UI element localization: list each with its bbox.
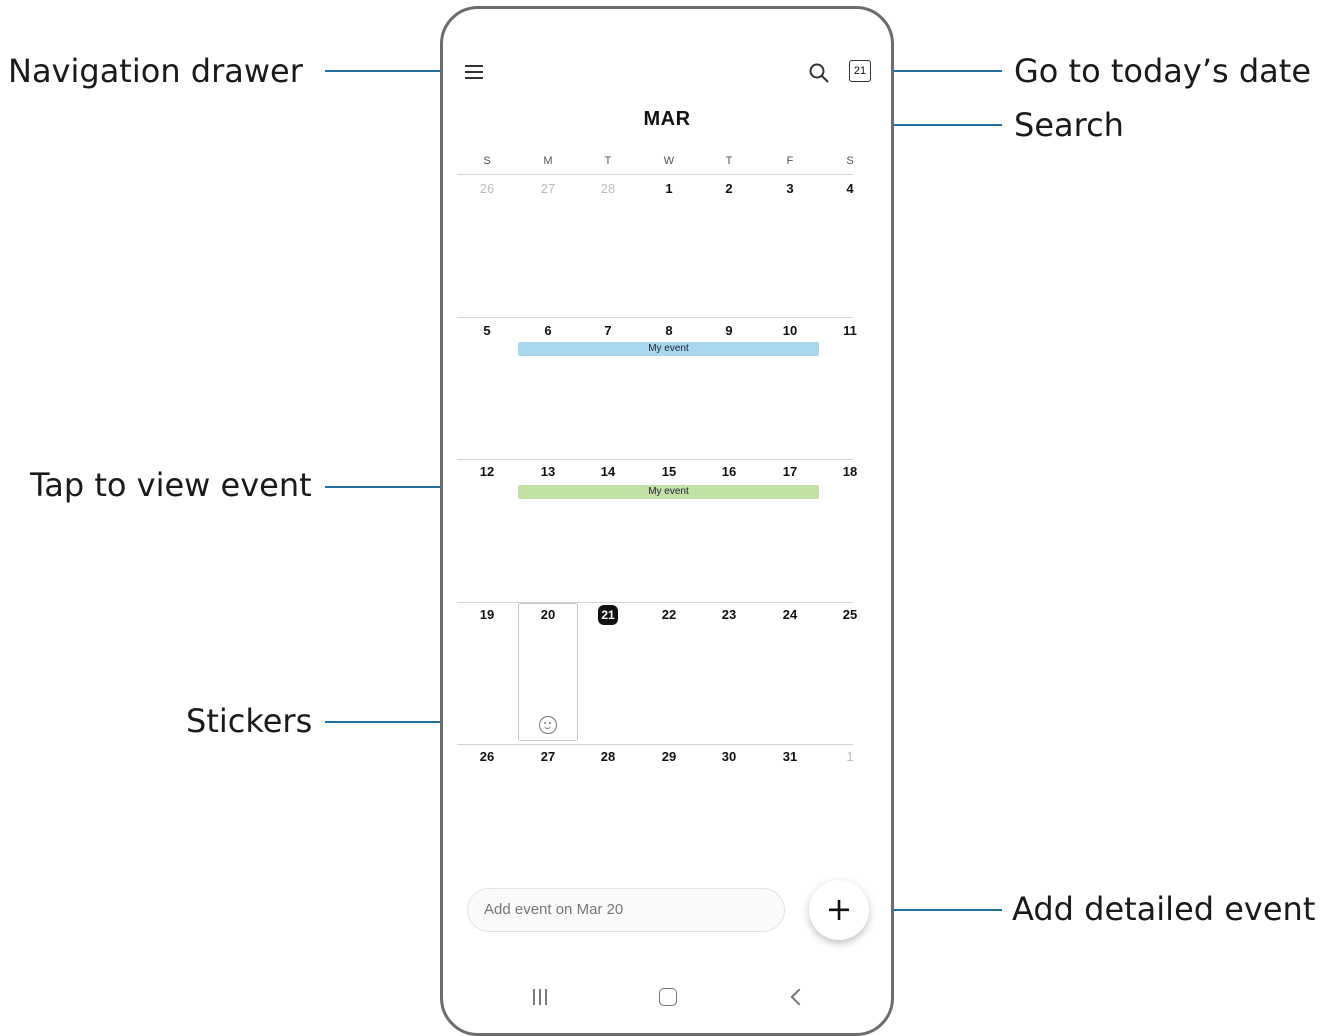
callout-search: Search [1014,106,1124,144]
back-icon[interactable] [790,988,808,1006]
day-cell[interactable]: 25 [830,607,870,622]
sticker-icon[interactable] [539,716,557,734]
weekday-mon: M [543,155,553,167]
day-cell[interactable]: 7 [588,323,628,338]
menu-icon[interactable] [465,65,483,81]
weekday-thu: T [725,155,733,167]
day-cell[interactable]: 10 [770,323,810,338]
day-cell[interactable]: 28 [588,181,628,196]
day-cell[interactable]: 15 [649,464,689,479]
home-icon[interactable] [659,988,677,1006]
day-cell[interactable]: 2 [709,181,749,196]
callout-line-today [880,70,1002,72]
day-cell[interactable]: 16 [709,464,749,479]
day-cell[interactable]: 13 [528,464,568,479]
day-cell[interactable]: 5 [467,323,507,338]
day-cell[interactable]: 26 [467,749,507,764]
weekday-fri: F [786,155,794,167]
weekday-wed: W [663,155,675,167]
day-cell[interactable]: 24 [770,607,810,622]
day-cell[interactable]: 1 [649,181,689,196]
day-cell[interactable]: 30 [709,749,749,764]
callout-line-nav [325,70,455,72]
day-cell[interactable]: 27 [528,181,568,196]
day-cell[interactable]: 29 [649,749,689,764]
day-cell[interactable]: 11 [830,323,870,338]
weekday-sat: S [846,155,854,167]
add-event-button[interactable]: + [809,880,869,940]
week-divider [457,174,853,175]
day-cell[interactable]: 28 [588,749,628,764]
day-cell[interactable]: 17 [770,464,810,479]
callout-tap-event: Tap to view event [30,466,312,504]
search-icon[interactable] [807,61,831,85]
day-cell[interactable]: 26 [467,181,507,196]
day-cell[interactable]: 22 [649,607,689,622]
callout-stickers: Stickers [186,702,313,740]
today-marker[interactable]: 21 [598,605,618,625]
day-cell[interactable]: 14 [588,464,628,479]
recent-apps-icon[interactable] [533,989,553,1005]
event-bar[interactable]: My event [518,485,819,499]
month-title: MAR [643,108,691,130]
day-cell[interactable]: 27 [528,749,568,764]
week-divider [457,459,853,460]
callout-add-detailed: Add detailed event [1012,890,1316,928]
add-event-input[interactable]: Add event on Mar 20 [467,888,785,932]
day-cell[interactable]: 31 [770,749,810,764]
weekday-sun: S [483,155,491,167]
callout-today: Go to today’s date [1014,52,1311,90]
callout-navigation-drawer: Navigation drawer [8,52,303,90]
week-divider [457,602,853,603]
event-bar[interactable]: My event [518,342,819,356]
today-button[interactable]: 21 [849,60,873,84]
week-divider [457,317,853,318]
day-cell[interactable]: 19 [467,607,507,622]
day-cell[interactable]: 1 [830,749,870,764]
day-cell[interactable]: 9 [709,323,749,338]
day-cell[interactable]: 23 [709,607,749,622]
day-cell[interactable]: 12 [467,464,507,479]
day-cell-selected[interactable]: 20 [528,607,568,622]
week-divider [457,744,853,745]
day-cell[interactable]: 6 [528,323,568,338]
weekday-tue: T [604,155,612,167]
phone-frame: 21 MAR S M T W T F S 26 27 28 1 2 3 4 5 … [440,6,894,1036]
day-cell[interactable]: 18 [830,464,870,479]
day-cell[interactable]: 4 [830,181,870,196]
calendar-today-icon: 21 [849,60,871,82]
day-cell[interactable]: 3 [770,181,810,196]
day-cell[interactable]: 8 [649,323,689,338]
